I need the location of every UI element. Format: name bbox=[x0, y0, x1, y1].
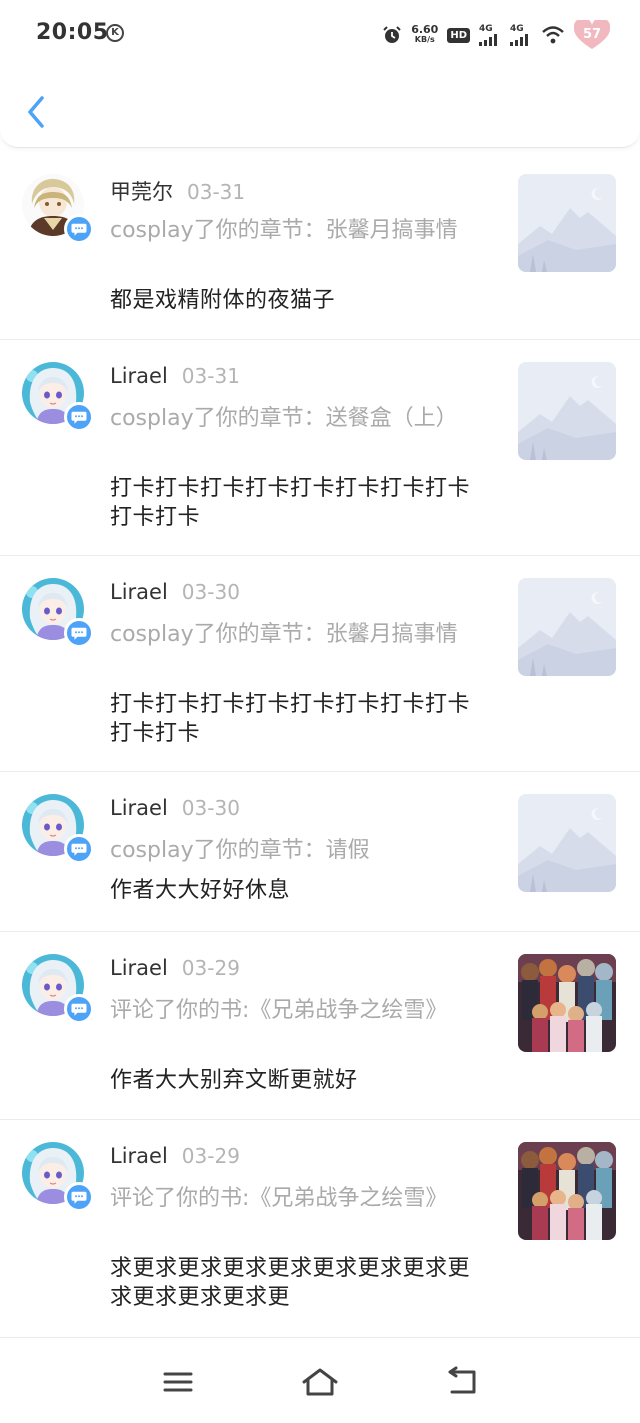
list-item[interactable]: Lirael 03-31 cosplay了你的章节：送餐盒（上） 打卡打卡打卡打卡… bbox=[0, 340, 640, 556]
username[interactable]: Lirael 03-29 bbox=[110, 956, 240, 980]
date: 03-31 bbox=[187, 180, 246, 204]
avatar[interactable] bbox=[22, 794, 94, 864]
signal-icon: 4G bbox=[510, 24, 532, 46]
signal-icon: 4G bbox=[479, 24, 501, 46]
comment-text: 作者大大好好休息 bbox=[110, 878, 291, 903]
username[interactable]: Lirael 03-30 bbox=[110, 580, 240, 604]
comment-badge-icon bbox=[64, 994, 94, 1024]
comment-text: 求更求更求更求更求更求更求更求更求更求更求更求更 bbox=[110, 1256, 471, 1310]
avatar[interactable] bbox=[22, 362, 94, 432]
comment-badge-icon bbox=[64, 618, 94, 648]
list-item[interactable]: Lirael 03-29 评论了你的书:《兄弟战争之绘雪》 求更求更求更求更求更求… bbox=[0, 1120, 640, 1338]
date: 03-30 bbox=[181, 796, 240, 820]
action-text[interactable]: cosplay了你的章节：张馨月搞事情 bbox=[110, 216, 480, 245]
comment-text: 打卡打卡打卡打卡打卡打卡打卡打卡打卡打卡 bbox=[110, 476, 471, 530]
list-item[interactable]: Lirael 03-30 cosplay了你的章节：请假 作者大大好好休息 bbox=[0, 772, 640, 932]
menu-button[interactable] bbox=[158, 1366, 198, 1398]
date: 03-29 bbox=[181, 956, 240, 980]
chapter-thumbnail[interactable] bbox=[518, 362, 616, 460]
comment-text: 打卡打卡打卡打卡打卡打卡打卡打卡打卡打卡 bbox=[110, 692, 471, 746]
comment-badge-icon bbox=[64, 214, 94, 244]
back-button[interactable] bbox=[20, 92, 52, 132]
username[interactable]: Lirael 03-30 bbox=[110, 796, 240, 820]
username[interactable]: Lirael 03-31 bbox=[110, 364, 240, 388]
date: 03-29 bbox=[181, 1144, 240, 1168]
list-item[interactable]: Lirael 03-30 cosplay了你的章节：张馨月搞事情 打卡打卡打卡打卡… bbox=[0, 556, 640, 772]
action-text[interactable]: cosplay了你的章节：张馨月搞事情 bbox=[110, 620, 480, 649]
wifi-icon bbox=[541, 25, 565, 45]
username[interactable]: Lirael 03-29 bbox=[110, 1144, 240, 1168]
comment-badge-icon bbox=[64, 402, 94, 432]
book-cover-thumbnail[interactable] bbox=[518, 1142, 616, 1240]
avatar[interactable] bbox=[22, 954, 94, 1024]
username[interactable]: 甲莞尔 03-31 bbox=[110, 176, 245, 206]
action-text[interactable]: cosplay了你的章节：请假 bbox=[110, 836, 480, 865]
comment-badge-icon bbox=[64, 1182, 94, 1212]
status-time: 20:05 bbox=[36, 20, 109, 45]
comment-badge-icon bbox=[64, 834, 94, 864]
action-text[interactable]: 评论了你的书:《兄弟战争之绘雪》 bbox=[110, 996, 480, 1025]
avatar[interactable] bbox=[22, 1142, 94, 1212]
network-speed: 6.60 KB/s bbox=[411, 23, 439, 44]
system-nav-bar bbox=[0, 1340, 640, 1423]
back-nav-button[interactable] bbox=[442, 1366, 482, 1398]
chapter-thumbnail[interactable] bbox=[518, 578, 616, 676]
action-text[interactable]: 评论了你的书:《兄弟战争之绘雪》 bbox=[110, 1184, 480, 1213]
chevron-left-icon bbox=[28, 96, 44, 128]
comment-text: 作者大大别弃文断更就好 bbox=[110, 1068, 358, 1093]
list-item[interactable]: Lirael 03-29 评论了你的书:《兄弟战争之绘雪》 作者大大别弃文断更就好 bbox=[0, 932, 640, 1120]
home-icon bbox=[302, 1368, 338, 1396]
k-status-icon: K bbox=[106, 24, 124, 42]
status-bar: 20:05 K 6.60 KB/s HD 4G 4G 57 bbox=[0, 0, 640, 70]
back-icon bbox=[448, 1366, 476, 1394]
avatar[interactable] bbox=[22, 174, 94, 244]
chapter-thumbnail[interactable] bbox=[518, 174, 616, 272]
list-item[interactable]: 甲莞尔 03-31 cosplay了你的章节：张馨月搞事情 都是戏精附体的夜猫子 bbox=[0, 152, 640, 340]
alarm-icon bbox=[382, 25, 402, 45]
home-button[interactable] bbox=[300, 1366, 340, 1398]
status-icons: 6.60 KB/s HD 4G 4G 57 bbox=[382, 17, 611, 52]
book-cover-thumbnail[interactable] bbox=[518, 954, 616, 1052]
date: 03-30 bbox=[181, 580, 240, 604]
hd-icon: HD bbox=[447, 27, 470, 43]
battery-heart-icon: 57 bbox=[573, 17, 611, 50]
menu-icon bbox=[163, 1372, 193, 1392]
avatar[interactable] bbox=[22, 578, 94, 648]
comment-text: 都是戏精附体的夜猫子 bbox=[110, 288, 336, 313]
date: 03-31 bbox=[181, 364, 240, 388]
action-text[interactable]: cosplay了你的章节：送餐盒（上） bbox=[110, 404, 480, 433]
chapter-thumbnail[interactable] bbox=[518, 794, 616, 892]
